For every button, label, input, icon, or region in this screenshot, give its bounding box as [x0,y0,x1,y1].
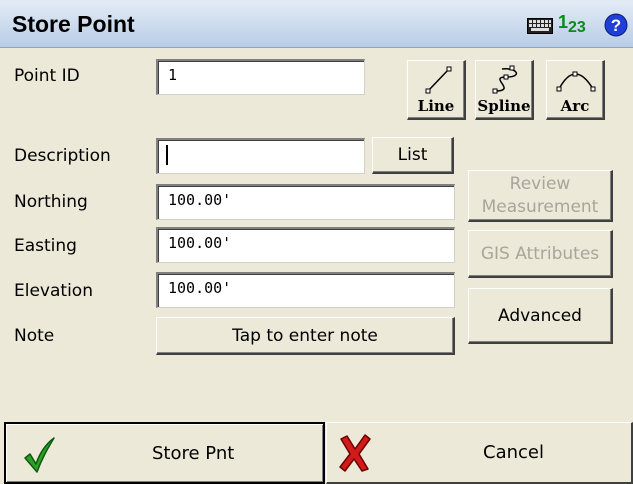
spline-button[interactable]: Spline [475,60,534,120]
numeric-input-icon[interactable]: 123 [558,12,586,36]
list-button[interactable]: List [372,137,454,174]
keyboard-icon[interactable] [527,18,553,34]
store-point-label: Store Pnt [152,443,235,464]
easting-field[interactable]: 100.00' [156,227,455,263]
title-bar: Store Point 123 ? [0,0,633,48]
gis-attributes-button[interactable]: GIS Attributes [468,230,613,278]
point-id-field[interactable]: 1 [156,59,365,95]
review-measurement-button[interactable]: Review Measurement [468,170,613,222]
help-icon[interactable]: ? [604,13,628,37]
note-button[interactable]: Tap to enter note [156,317,455,355]
bottom-action-bar: Store Pnt Cancel [0,420,633,484]
advanced-button[interactable]: Advanced [468,288,613,344]
northing-field[interactable]: 100.00' [156,184,455,220]
line-button[interactable]: Line [407,60,466,120]
review-measurement-line2: Measurement [481,196,599,217]
spline-icon [492,65,518,94]
elevation-label: Elevation [14,281,93,301]
point-id-label: Point ID [14,66,80,86]
checkmark-icon [24,437,55,473]
arc-button-label: Arc [560,97,590,115]
arc-icon [556,71,596,92]
easting-label: Easting [14,236,77,256]
description-field[interactable] [156,138,365,174]
line-button-label: Line [417,97,455,115]
review-measurement-line1: Review [509,173,571,194]
svg-text:?: ? [611,16,621,35]
elevation-field[interactable]: 100.00' [156,272,455,308]
cancel-label: Cancel [483,442,544,463]
note-label: Note [14,326,55,346]
store-point-button[interactable]: Store Pnt [4,422,325,484]
northing-label: Northing [14,192,88,212]
arc-button[interactable]: Arc [546,60,605,120]
window-title: Store Point [12,11,135,37]
line-icon [425,66,452,94]
text-caret [166,145,168,165]
spline-button-label: Spline [477,97,531,115]
cancel-button[interactable]: Cancel [326,422,633,484]
description-label: Description [14,146,111,166]
red-x-icon [339,434,371,472]
